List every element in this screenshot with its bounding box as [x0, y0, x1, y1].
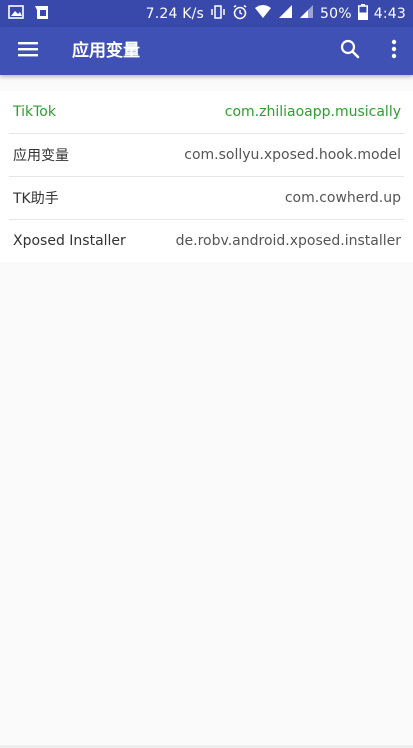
app-name: TikTok: [13, 104, 56, 120]
more-vert-icon: [391, 39, 397, 63]
app-row-xposed-installer[interactable]: Xposed Installer de.robv.android.xposed.…: [9, 220, 404, 262]
wifi-icon: [254, 4, 272, 24]
menu-button[interactable]: [10, 33, 46, 69]
alarm-icon: [232, 4, 248, 24]
signal-icon: [299, 4, 314, 23]
menu-icon: [18, 41, 38, 61]
app-row-yingyong-bianliang[interactable]: 应用变量 com.sollyu.xposed.hook.model: [9, 134, 404, 177]
battery-percent: 50%: [320, 5, 352, 22]
search-icon: [340, 39, 360, 63]
net-speed: 7.24 K/s: [145, 5, 205, 22]
signal-icon: [278, 4, 293, 23]
page-title: 应用变量: [72, 41, 140, 61]
app-list: TikTok com.zhiliaoapp.musically 应用变量 com…: [0, 91, 413, 262]
status-bar: 7.24 K/s 50% 4:43: [0, 0, 413, 27]
app-package: com.zhiliaoapp.musically: [224, 104, 401, 120]
app-bar: 应用变量: [0, 27, 413, 75]
app-name: TK助手: [13, 191, 59, 207]
image-icon: [8, 4, 24, 24]
app-row-tk-assistant[interactable]: TK助手 com.cowherd.up: [9, 177, 404, 220]
search-button[interactable]: [332, 33, 368, 69]
app-package: com.sollyu.xposed.hook.model: [184, 147, 401, 163]
app-notification-icon: [34, 4, 50, 24]
app-package: de.robv.android.xposed.installer: [175, 233, 401, 249]
app-name: Xposed Installer: [13, 233, 126, 249]
vibrate-icon: [210, 4, 226, 24]
app-package: com.cowherd.up: [284, 190, 401, 206]
app-row-tiktok[interactable]: TikTok com.zhiliaoapp.musically: [9, 91, 404, 134]
battery-icon: [357, 3, 368, 24]
clock: 4:43: [373, 5, 406, 22]
status-left-icons: [8, 4, 50, 24]
app-name: 应用变量: [13, 148, 69, 164]
status-right: 7.24 K/s 50% 4:43: [146, 0, 406, 27]
more-options-button[interactable]: [376, 33, 412, 69]
